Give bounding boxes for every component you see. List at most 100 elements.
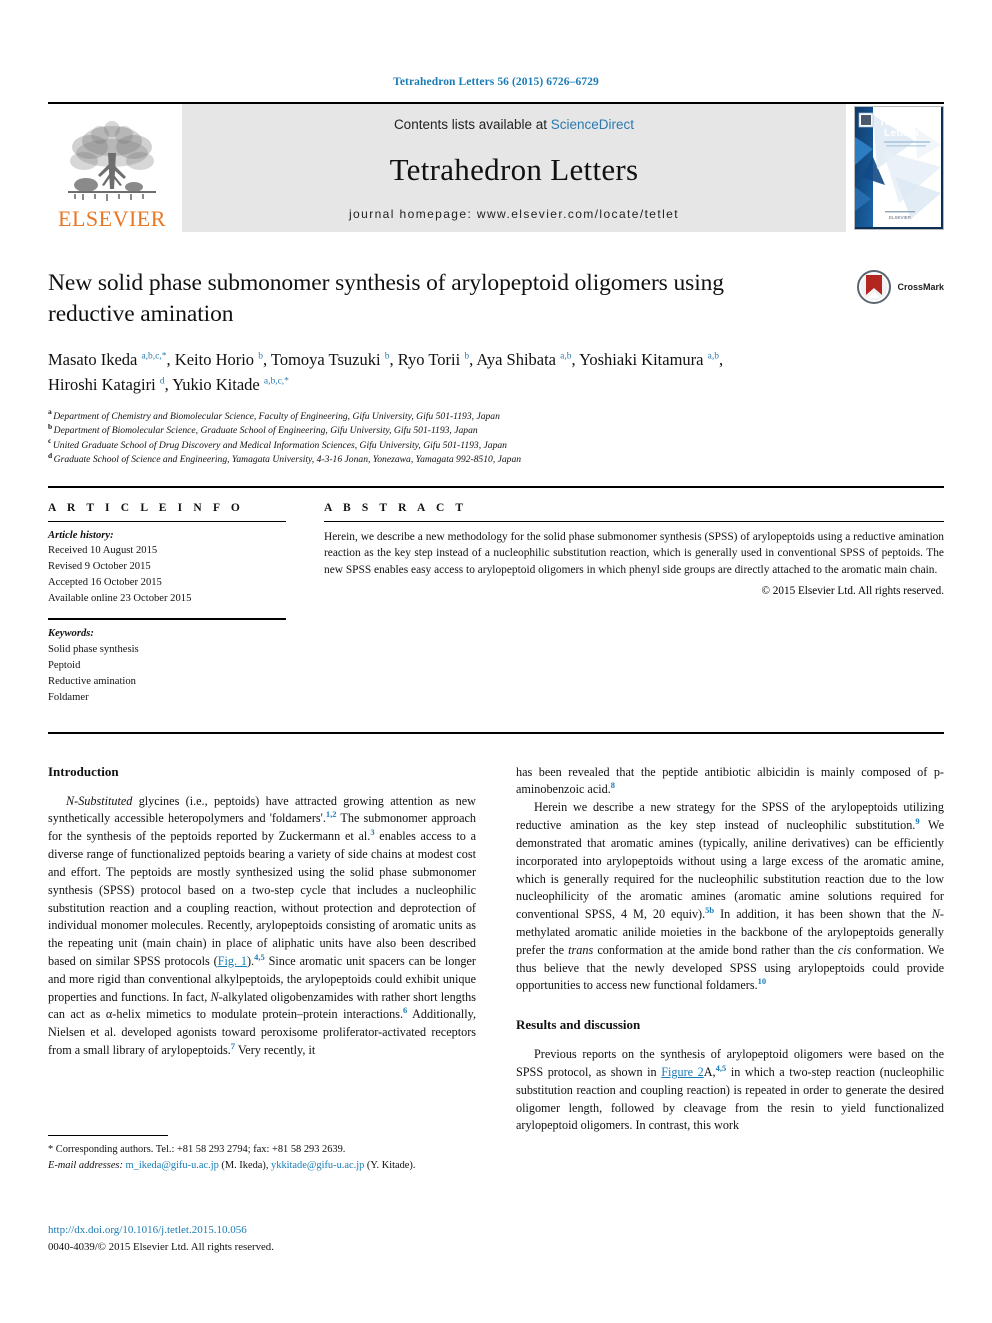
affiliation-text: Department of Biomolecular Science, Grad… (53, 425, 478, 437)
affiliation-item: b Department of Biomolecular Science, Gra… (48, 421, 944, 439)
email-link-kitade[interactable]: ykkitade@gifu-u.ac.jp (271, 1160, 364, 1171)
contents-available-line: Contents lists available at ScienceDirec… (394, 117, 634, 132)
abstract-text: Herein, we describe a new methodology fo… (324, 530, 944, 577)
article-info-heading: A R T I C L E I N F O (48, 501, 244, 514)
footnote-block: * Corresponding authors. Tel.: +81 58 29… (48, 1135, 476, 1173)
paragraph-herein: Herein we describe a new strategy for th… (516, 799, 944, 995)
abstract-column: A B S T R A C T Herein, we describe a ne… (324, 502, 944, 706)
right-p3-b: A, (703, 1065, 716, 1079)
email-link-ikeda[interactable]: m_ikeda@gifu-u.ac.jp (126, 1160, 219, 1171)
journal-masthead: ELSEVIER Contents lists available at Sci… (48, 102, 944, 232)
article-info-column: A R T I C L E I N F O Article history: R… (48, 502, 286, 706)
elsevier-wordmark: ELSEVIER (58, 206, 166, 231)
sciencedirect-link[interactable]: ScienceDirect (551, 117, 634, 132)
email-owner-kitade: (Y. Kitade). (366, 1159, 416, 1171)
running-head: Tetrahedron Letters 56 (2015) 6726–6729 (393, 76, 599, 88)
author-affil-marker: a,b,c, (141, 351, 162, 362)
affiliation-marker: c (48, 436, 52, 446)
right-p2-e: conformation at the amide bond rather th… (593, 942, 838, 957)
info-top-rule (48, 485, 944, 488)
figure-2-link[interactable]: Figure 2 (661, 1065, 704, 1079)
intro-text-d: enables access to a diverse range of fun… (48, 829, 476, 968)
citation-ref[interactable]: 5b (705, 905, 714, 915)
body-column-left: Introduction N-Substituted glycines (i.e… (48, 764, 476, 1136)
keyword-item: Foldamer (48, 691, 89, 703)
keywords-label: Keywords: (48, 628, 94, 640)
crossmark-label: CrossMark (897, 282, 944, 292)
abstract-heading: A B S T R A C T (324, 501, 468, 514)
email-owner-ikeda: (M. Ikeda), (221, 1159, 269, 1171)
svg-text:ELSEVIER: ELSEVIER (889, 215, 912, 220)
author-affil-marker: b (464, 351, 470, 362)
affiliation-list: a Department of Chemistry and Biomolecula… (48, 407, 944, 468)
body-column-right: has been revealed that the peptide antib… (516, 764, 944, 1136)
author-affil-marker: b (258, 351, 263, 362)
body-columns: Introduction N-Substituted glycines (i.e… (48, 764, 944, 1136)
footnote-emails: E-mail addresses: m_ikeda@gifu-u.ac.jp (… (48, 1158, 476, 1174)
article-history-label: Article history: (48, 529, 114, 541)
keywords-block: Keywords: Solid phase synthesis Peptoid … (48, 620, 286, 705)
keyword-item: Peptoid (48, 659, 81, 671)
body-top-rule (48, 731, 944, 734)
history-item: Received 10 August 2015 (48, 545, 158, 557)
right-p2-a: Herein we describe a new strategy for th… (516, 800, 944, 833)
intro-italic-n: N (210, 989, 219, 1004)
affiliation-text: Department of Chemistry and Biomolecular… (53, 410, 500, 422)
journal-cover-art: Tetrahedron Letters ELSEVIER (855, 107, 941, 227)
affiliation-marker: d (48, 451, 53, 461)
affiliation-marker: b (48, 421, 53, 431)
paragraph-intro: N-Substituted glycines (i.e., peptoids) … (48, 793, 476, 1060)
svg-text:Letters: Letters (884, 127, 919, 139)
journal-band: Contents lists available at ScienceDirec… (182, 104, 846, 232)
footnote-corresponding: * Corresponding authors. Tel.: +81 58 29… (48, 1144, 346, 1155)
elsevier-logo: ELSEVIER (48, 104, 176, 232)
doi-link[interactable]: http://dx.doi.org/10.1016/j.tetlet.2015.… (48, 1224, 247, 1236)
citation-ref[interactable]: 10 (758, 976, 767, 986)
author-line-2: Hiroshi Katagiri d, Yukio Kitade a,b,c,* (48, 374, 289, 394)
affiliation-marker: a (48, 407, 52, 417)
doi-block: http://dx.doi.org/10.1016/j.tetlet.2015.… (48, 1222, 548, 1255)
intro-lead-italic: N-Substituted (66, 793, 133, 808)
footnote-rule (48, 1135, 168, 1136)
right-italic-trans: trans (568, 942, 594, 957)
right-p2-b: We demonstrated that aromatic amines (ty… (516, 818, 944, 922)
history-item: Available online 23 October 2015 (48, 592, 192, 604)
right-italic-cis: cis (837, 942, 852, 957)
citation-ref[interactable]: 1,2 (326, 809, 337, 819)
affiliation-text: Graduate School of Science and Engineeri… (53, 454, 522, 466)
paper-page: Tetrahedron Letters 56 (2015) 6726–6729 (0, 0, 992, 1323)
elsevier-tree-icon (68, 121, 156, 201)
contents-prefix: Contents lists available at (393, 117, 551, 132)
author-affil-marker: a,b (707, 351, 719, 362)
paragraph-right-continuation: has been revealed that the peptide antib… (516, 764, 944, 800)
section-heading-results: Results and discussion (516, 1017, 641, 1033)
right-p1-text: has been revealed that the peptide antib… (516, 764, 944, 797)
citation-ref[interactable]: 8 (611, 780, 615, 790)
section-heading-introduction: Introduction (48, 763, 119, 779)
paragraph-results: Previous reports on the synthesis of ary… (516, 1046, 944, 1135)
journal-homepage-line[interactable]: journal homepage: www.elsevier.com/locat… (349, 207, 679, 221)
affiliation-item: a Department of Chemistry and Biomolecula… (48, 407, 944, 425)
corresponding-marker: * (161, 351, 167, 362)
citation-ref[interactable]: 4,5 (254, 952, 265, 962)
history-item: Accepted 16 October 2015 (48, 576, 162, 588)
abstract-copyright: © 2015 Elsevier Ltd. All rights reserved… (761, 584, 945, 597)
author-affil-marker: b (384, 351, 390, 362)
figure-1-link[interactable]: Fig. 1 (218, 954, 247, 968)
affiliation-item: d Graduate School of Science and Engineer… (48, 451, 944, 468)
keyword-item: Solid phase synthesis (48, 644, 139, 656)
citation-ref[interactable]: 4,5 (716, 1063, 727, 1073)
author-line-1: Masato Ikeda a,b,c,*, Keito Horio b, Tom… (48, 350, 724, 369)
affiliation-item: c United Graduate School of Drug Discover… (48, 436, 944, 454)
journal-title: Tetrahedron Letters (389, 151, 639, 187)
title-block: New solid phase submonomer synthesis of … (48, 268, 944, 332)
journal-cover-thumbnail: Tetrahedron Letters ELSEVIER (854, 106, 944, 230)
intro-text-i: Very recently, it (235, 1043, 316, 1057)
affiliation-text: United Graduate School of Drug Discovery… (52, 439, 507, 451)
author-affil-marker: a,b,c,* (263, 376, 289, 387)
right-italic-n: N (931, 907, 940, 922)
author-affil-marker: d (159, 376, 165, 387)
crossmark-badge[interactable]: CrossMark (857, 270, 944, 304)
article-history: Article history: Received 10 August 2015… (48, 522, 286, 606)
issn-copyright-line: 0040-4039/© 2015 Elsevier Ltd. All right… (48, 1240, 274, 1253)
